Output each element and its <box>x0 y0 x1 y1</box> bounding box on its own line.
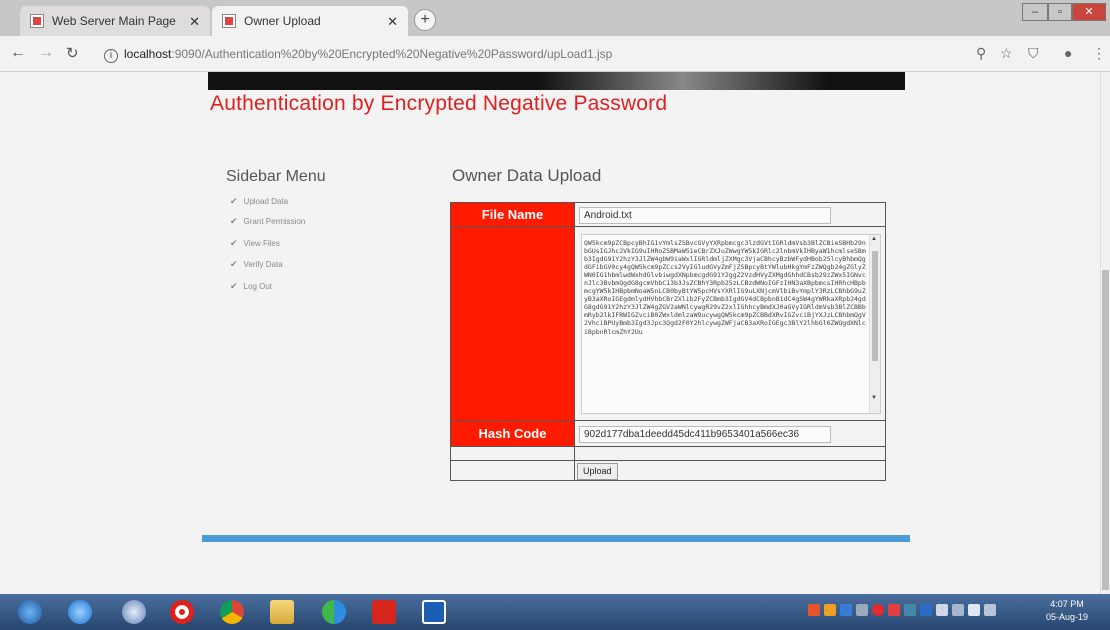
tray-icon[interactable] <box>824 604 836 616</box>
check-icon: ✔ <box>230 216 238 226</box>
taskbar-paint[interactable] <box>312 598 356 626</box>
taskbar-app[interactable] <box>412 598 456 626</box>
address-bar[interactable]: i localhost:9090/Authentication%20by%20En… <box>104 43 954 65</box>
tray-icon[interactable] <box>808 604 820 616</box>
empty-label-cell <box>450 460 575 481</box>
windows-taskbar: 4:07 PM 05-Aug-19 <box>0 594 1110 630</box>
page-viewport: Authentication by Encrypted Negative Pas… <box>0 72 1100 594</box>
folder-icon <box>270 600 294 624</box>
tab-title: Web Server Main Page <box>52 14 176 28</box>
paint-icon <box>322 600 346 624</box>
check-icon: ✔ <box>230 281 238 291</box>
content-heading: Owner Data Upload <box>452 166 602 185</box>
upload-cell: Upload <box>574 460 886 481</box>
speaker-icon[interactable] <box>936 604 948 616</box>
browser-tab-strip: Web Server Main Page ✕ Owner Upload ✕ + … <box>0 0 1110 36</box>
app-window-icon <box>422 600 446 624</box>
hash-code-cell <box>574 420 886 447</box>
sidebar-item-verify-data[interactable]: ✔ Verify Data <box>230 259 283 270</box>
taskbar-chrome[interactable] <box>210 598 254 626</box>
hash-code-label: Hash Code <box>450 420 575 447</box>
sidebar-heading: Sidebar Menu <box>226 168 326 185</box>
taskbar-explorer[interactable] <box>260 598 304 626</box>
start-button[interactable] <box>8 598 52 626</box>
file-name-cell <box>574 202 886 227</box>
extension-shield-icon[interactable]: ⛉ <box>1028 45 1039 62</box>
taskbar-clock[interactable]: 4:07 PM 05-Aug-19 <box>1046 598 1088 624</box>
power-icon[interactable] <box>984 604 996 616</box>
tray-icon[interactable] <box>920 604 932 616</box>
windows-logo-icon <box>18 600 42 624</box>
upload-form-table: File Name QW5kcm9pZCBpcyBhIG1vYmlsZSBvcG… <box>450 202 886 481</box>
url-path: :9090/Authentication%20by%20Encrypted%20… <box>171 47 613 61</box>
check-icon: ✔ <box>230 238 238 248</box>
taskbar-opera[interactable] <box>160 598 204 626</box>
close-tab-icon[interactable]: ✕ <box>387 14 398 30</box>
bookmark-star-icon[interactable]: ☆ <box>1000 45 1013 62</box>
clock-time: 4:07 PM <box>1050 599 1084 609</box>
encrypted-content-text: QW5kcm9pZCBpcyBhIG1vYmlsZSBvcGVyYXRpbmcg… <box>584 238 866 336</box>
new-tab-button[interactable]: + <box>414 9 436 31</box>
scroll-down-arrow-icon[interactable]: ▼ <box>871 395 877 401</box>
browser-menu-icon[interactable]: ⋮ <box>1092 45 1106 62</box>
encrypted-content-textarea[interactable]: QW5kcm9pZCBpcyBhIG1vYmlsZSBvcGVyYXRpbmcg… <box>581 233 881 414</box>
system-tray <box>808 604 996 620</box>
site-title: Authentication by Encrypted Negative Pas… <box>210 92 668 115</box>
file-name-label: File Name <box>450 202 575 227</box>
site-info-icon[interactable]: i <box>104 49 118 63</box>
tab-web-server-main-page[interactable]: Web Server Main Page ✕ <box>20 6 210 36</box>
sidebar-item-upload-data[interactable]: ✔ Upload Data <box>230 196 288 207</box>
content-cell: QW5kcm9pZCBpcyBhIG1vYmlsZSBvcGVyYXRpbmcg… <box>574 226 886 421</box>
tray-icon[interactable] <box>904 604 916 616</box>
back-arrow-icon[interactable]: ← <box>10 44 26 62</box>
empty-cell <box>574 446 886 461</box>
clock-date: 05-Aug-19 <box>1046 612 1089 622</box>
reload-icon[interactable]: ↻ <box>66 44 79 62</box>
content-label-cell <box>450 226 575 421</box>
textarea-scrollbar[interactable]: ▲ ▼ <box>869 234 880 413</box>
upload-button[interactable]: Upload <box>577 462 618 480</box>
sidebar-item-log-out[interactable]: ✔ Log Out <box>230 281 272 292</box>
tray-icon[interactable] <box>840 604 852 616</box>
minimize-button[interactable]: – <box>1022 3 1048 21</box>
sidebar-item-grant-permission[interactable]: ✔ Grant Permission <box>230 216 305 227</box>
textarea-scroll-thumb[interactable] <box>872 250 878 361</box>
check-icon: ✔ <box>230 259 238 269</box>
action-center-icon[interactable] <box>968 604 980 616</box>
globe-icon <box>122 600 146 624</box>
tray-icon[interactable] <box>888 604 900 616</box>
profile-avatar-icon[interactable]: ● <box>1064 45 1072 61</box>
scroll-up-arrow-icon[interactable]: ▲ <box>871 236 877 242</box>
internet-explorer-icon <box>68 600 92 624</box>
opera-icon <box>170 600 194 624</box>
window-close-button[interactable]: ✕ <box>1072 3 1106 21</box>
taskbar-acrobat[interactable] <box>362 598 406 626</box>
page-favicon-icon <box>222 14 236 28</box>
footer-bar <box>202 535 910 542</box>
maximize-button[interactable]: ▫ <box>1048 3 1072 21</box>
pdf-icon <box>372 600 396 624</box>
hash-code-input[interactable] <box>579 426 831 443</box>
close-tab-icon[interactable]: ✕ <box>189 14 200 30</box>
empty-label-cell <box>450 446 575 461</box>
zoom-icon[interactable]: ⚲ <box>976 45 986 62</box>
forward-arrow-icon[interactable]: → <box>38 44 54 62</box>
check-icon: ✔ <box>230 196 238 206</box>
header-banner-image <box>208 72 905 90</box>
page-scroll-thumb[interactable] <box>1102 270 1109 590</box>
tray-icon[interactable] <box>856 604 868 616</box>
network-icon[interactable] <box>952 604 964 616</box>
chrome-icon <box>220 600 244 624</box>
browser-toolbar: ← → ↻ i localhost:9090/Authentication%20b… <box>0 36 1110 72</box>
taskbar-ie[interactable] <box>58 598 102 626</box>
taskbar-browser[interactable] <box>112 598 156 626</box>
tray-icon[interactable] <box>872 604 884 616</box>
sidebar-item-view-files[interactable]: ✔ View Files <box>230 238 280 249</box>
page-favicon-icon <box>30 14 44 28</box>
url-host: localhost <box>124 47 172 61</box>
tab-title: Owner Upload <box>244 14 321 28</box>
tab-owner-upload[interactable]: Owner Upload ✕ <box>212 6 408 36</box>
file-name-input[interactable] <box>579 207 831 224</box>
